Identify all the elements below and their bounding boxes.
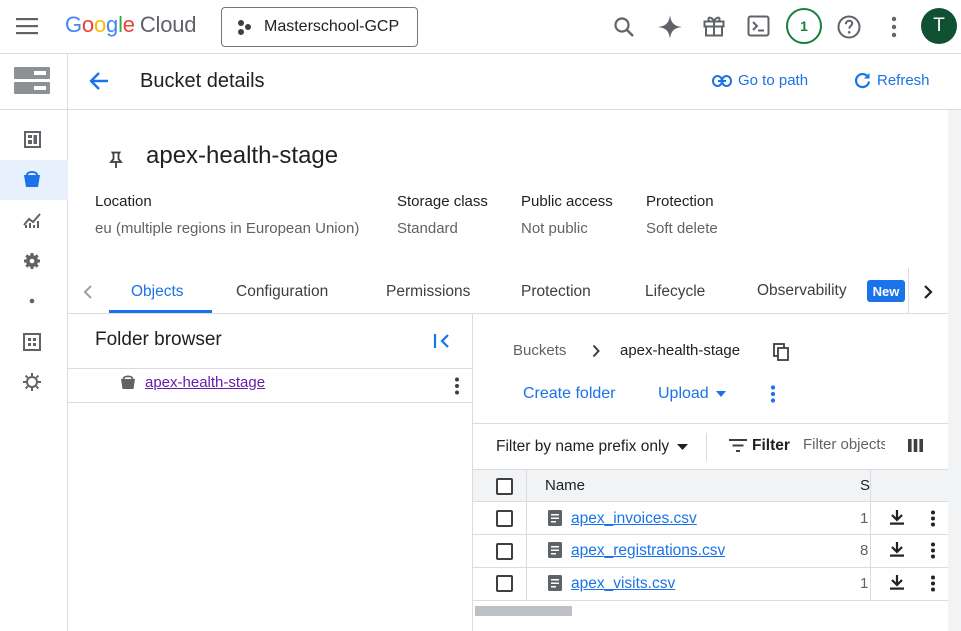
dot-icon [29, 298, 35, 304]
public-access-label: Public access [521, 193, 613, 210]
filter-input[interactable]: Filter objects and folders [803, 436, 885, 458]
row-checkbox[interactable] [496, 575, 513, 592]
select-all-checkbox[interactable] [496, 478, 513, 495]
download-icon[interactable] [889, 541, 905, 557]
tab-objects[interactable]: Objects [131, 283, 184, 301]
table-row [473, 568, 948, 601]
bucket-icon [120, 375, 136, 390]
file-size: 1 [860, 575, 869, 592]
file-size: 8 [860, 542, 869, 559]
project-name: Masterschool-GCP [264, 18, 400, 35]
bucket-name-heading: apex-health-stage [146, 142, 339, 169]
gemini-sparkle-icon[interactable] [657, 14, 683, 40]
location-value: eu (multiple regions in European Union) [95, 220, 360, 237]
cloud-storage-product-icon[interactable] [14, 67, 50, 95]
gift-icon[interactable] [702, 14, 726, 38]
tab-lifecycle[interactable]: Lifecycle [645, 283, 705, 301]
google-cloud-logo[interactable]: Google Cloud [65, 12, 196, 38]
column-header-name[interactable]: Name [545, 477, 585, 494]
filter-label: Filter [752, 437, 790, 454]
project-icon [236, 18, 254, 36]
upload-button[interactable]: Upload [658, 385, 726, 403]
breadcrumb-chevron-icon [592, 344, 600, 358]
new-badge: New [867, 280, 905, 302]
refresh-label: Refresh [877, 72, 930, 89]
menu-icon[interactable] [16, 17, 38, 35]
link-icon [712, 74, 732, 87]
download-icon[interactable] [889, 574, 905, 590]
overview-icon[interactable] [24, 131, 41, 148]
file-icon [548, 575, 562, 591]
file-size: 1 [860, 510, 869, 527]
tab-configuration[interactable]: Configuration [236, 283, 328, 301]
tabs-scroll-right-icon[interactable] [923, 284, 933, 300]
help-icon[interactable] [837, 15, 861, 39]
file-link[interactable]: apex_visits.csv [571, 575, 675, 593]
location-label: Location [95, 193, 152, 210]
storage-class-value: Standard [397, 220, 458, 237]
filter-mode-label: Filter by name prefix only [496, 438, 670, 455]
file-icon [548, 510, 562, 526]
page-vertical-scrollbar[interactable] [948, 110, 961, 631]
protection-value: Soft delete [646, 220, 718, 237]
tab-observability[interactable]: Observability [757, 282, 847, 300]
page-title: Bucket details [140, 70, 265, 92]
go-to-path-label: Go to path [738, 72, 809, 89]
table-row [473, 502, 948, 535]
filter-mode-select[interactable]: Filter by name prefix only [496, 438, 689, 456]
pin-icon[interactable] [109, 151, 123, 169]
search-icon[interactable] [613, 16, 635, 38]
filter-icon [729, 439, 747, 452]
tabs-scroll-left-icon[interactable] [83, 284, 93, 300]
folder-browser-title: Folder browser [95, 329, 222, 350]
storage-class-label: Storage class [397, 193, 488, 210]
refresh-button[interactable]: Refresh [854, 72, 930, 89]
column-header-size[interactable]: S [860, 477, 870, 494]
dropdown-arrow-icon [715, 391, 726, 397]
settings-icon[interactable] [23, 252, 41, 270]
create-folder-button[interactable]: Create folder [523, 385, 616, 403]
file-link[interactable]: apex_invoices.csv [571, 510, 697, 528]
collapse-panel-icon[interactable] [433, 333, 451, 349]
copy-icon[interactable] [773, 343, 789, 361]
file-icon [548, 542, 562, 558]
insights-icon[interactable] [23, 373, 41, 391]
row-checkbox[interactable] [496, 543, 513, 560]
notification-count-badge[interactable]: 1 [786, 8, 822, 44]
active-tab-indicator [109, 310, 212, 313]
batch-operations-icon[interactable] [23, 333, 41, 351]
breadcrumb-buckets[interactable]: Buckets [513, 342, 566, 359]
project-picker-button[interactable]: Masterschool-GCP [221, 7, 418, 47]
back-arrow-icon[interactable] [89, 71, 109, 91]
breadcrumb-current-bucket: apex-health-stage [620, 342, 741, 359]
dropdown-arrow-icon [677, 444, 689, 450]
tab-protection[interactable]: Protection [521, 283, 591, 301]
row-more-vert-icon[interactable] [930, 542, 936, 559]
account-avatar[interactable]: T [921, 8, 957, 44]
folder-more-vert-icon[interactable] [454, 377, 460, 395]
folder-tree-bucket-link[interactable]: apex-health-stage [145, 374, 265, 391]
public-access-value: Not public [521, 220, 588, 237]
row-checkbox[interactable] [496, 510, 513, 527]
filter-separator [706, 433, 707, 461]
tab-permissions[interactable]: Permissions [386, 283, 470, 301]
go-to-path-button[interactable]: Go to path [712, 72, 808, 89]
download-icon[interactable] [889, 509, 905, 525]
upload-label: Upload [658, 385, 709, 402]
scrollbar-thumb[interactable] [475, 606, 572, 616]
row-more-vert-icon[interactable] [930, 575, 936, 592]
buckets-icon[interactable] [23, 171, 41, 188]
monitoring-icon[interactable] [23, 212, 41, 229]
column-display-icon[interactable] [908, 439, 923, 452]
more-vert-icon[interactable] [890, 16, 898, 38]
protection-label: Protection [646, 193, 714, 210]
row-more-vert-icon[interactable] [930, 510, 936, 527]
refresh-icon [854, 72, 871, 89]
file-link[interactable]: apex_registrations.csv [571, 542, 725, 560]
cloud-shell-icon[interactable] [747, 15, 770, 37]
actions-more-vert-icon[interactable] [770, 385, 776, 403]
